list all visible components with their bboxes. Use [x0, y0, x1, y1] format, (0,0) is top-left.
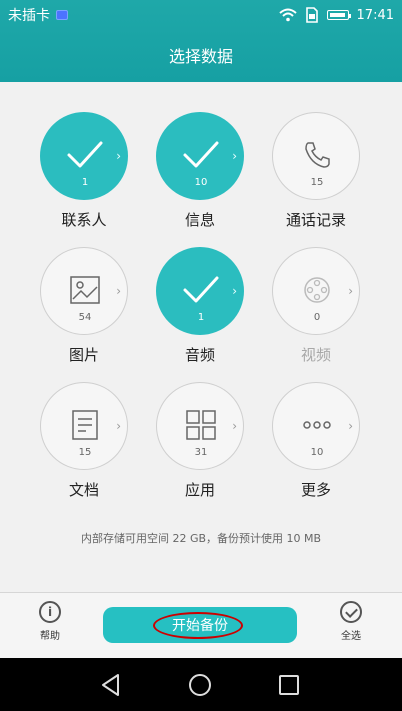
- sim-icon: [56, 10, 68, 20]
- status-icons: 17:41: [278, 7, 394, 23]
- annotation-oval: [153, 612, 243, 639]
- item-count: 10: [310, 447, 324, 458]
- tile-label: 音频: [184, 346, 215, 364]
- bottom-action-bar: 帮助 开始备份 全选: [0, 592, 402, 658]
- data-selection-grid: › 1 联系人 › 10 信息 15 通话记录 › 54 图片 › 1 音频 ›…: [0, 82, 402, 592]
- tile-circle[interactable]: › 1: [156, 247, 244, 335]
- item-count: 0: [313, 312, 321, 323]
- check-icon: [183, 276, 219, 303]
- chevron-right-icon: ›: [116, 149, 121, 163]
- item-count: 54: [78, 312, 92, 323]
- apps-grid-icon: [186, 410, 216, 440]
- storage-info: 内部存储可用空间 22 GB，备份预计使用 10 MB: [80, 532, 322, 545]
- carrier-label: 未插卡: [8, 8, 50, 24]
- chevron-right-icon: ›: [116, 284, 121, 298]
- tile-documents[interactable]: › 15 文档: [40, 382, 130, 507]
- tile-circle[interactable]: › 31: [156, 382, 244, 470]
- chevron-right-icon: ›: [232, 419, 237, 433]
- tile-label: 视频: [300, 346, 331, 364]
- item-count: 10: [194, 177, 208, 188]
- info-icon: [39, 601, 61, 623]
- tile-label: 应用: [184, 481, 215, 499]
- document-icon: [72, 410, 98, 440]
- back-icon[interactable]: [98, 672, 124, 698]
- tile-more[interactable]: › 10 更多: [272, 382, 362, 507]
- tile-circle[interactable]: › 10: [272, 382, 360, 470]
- chevron-right-icon: ›: [116, 419, 121, 433]
- tile-call-log[interactable]: 15 通话记录: [272, 112, 362, 237]
- tile-circle[interactable]: › 1: [40, 112, 128, 200]
- header-bar: 未插卡 17:41 选择数据: [0, 0, 402, 82]
- tile-contacts[interactable]: › 1 联系人: [40, 112, 130, 237]
- tile-circle[interactable]: › 10: [156, 112, 244, 200]
- check-icon: [183, 141, 219, 168]
- system-nav-bar: [0, 658, 402, 711]
- chevron-right-icon: ›: [348, 284, 353, 298]
- tile-label: 更多: [300, 481, 331, 499]
- help-button[interactable]: 帮助: [20, 601, 80, 642]
- tile-label: 图片: [68, 346, 99, 364]
- home-icon[interactable]: [187, 672, 213, 698]
- more-dots-icon: [303, 421, 331, 429]
- wifi-icon: [278, 8, 297, 22]
- tile-apps[interactable]: › 31 应用: [156, 382, 246, 507]
- check-icon: [67, 141, 103, 168]
- chevron-right-icon: ›: [348, 419, 353, 433]
- tile-circle[interactable]: › 15: [40, 382, 128, 470]
- tile-video[interactable]: › 0 视频: [272, 247, 362, 372]
- item-count: 1: [197, 312, 205, 323]
- tile-label: 联系人: [61, 211, 107, 229]
- image-icon: [70, 276, 100, 304]
- status-bar: 未插卡 17:41: [0, 0, 402, 30]
- tile-label: 信息: [184, 211, 215, 229]
- item-count: 1: [81, 177, 89, 188]
- tile-messages[interactable]: › 10 信息: [156, 112, 246, 237]
- check-circle-icon: [340, 601, 362, 623]
- recent-apps-icon[interactable]: [276, 672, 302, 698]
- sim-card-icon: [305, 7, 318, 23]
- battery-icon: [326, 10, 351, 20]
- chevron-right-icon: ›: [232, 284, 237, 298]
- phone-icon: [305, 142, 330, 168]
- tile-pictures[interactable]: › 54 图片: [40, 247, 130, 372]
- video-reel-icon: [304, 277, 330, 303]
- select-all-button[interactable]: 全选: [321, 601, 381, 642]
- tile-audio[interactable]: › 1 音频: [156, 247, 246, 372]
- chevron-right-icon: ›: [232, 149, 237, 163]
- page-title: 选择数据: [168, 47, 233, 66]
- tile-circle[interactable]: › 0: [272, 247, 360, 335]
- help-label: 帮助: [40, 631, 60, 642]
- status-time: 17:41: [356, 7, 394, 23]
- select-all-label: 全选: [341, 631, 361, 642]
- tile-circle[interactable]: 15: [272, 112, 360, 200]
- tile-label: 文档: [68, 481, 99, 499]
- tile-label: 通话记录: [285, 211, 346, 229]
- tile-circle[interactable]: › 54: [40, 247, 128, 335]
- item-count: 31: [194, 447, 208, 458]
- item-count: 15: [310, 177, 324, 188]
- start-backup-button[interactable]: 开始备份: [103, 607, 297, 643]
- item-count: 15: [78, 447, 92, 458]
